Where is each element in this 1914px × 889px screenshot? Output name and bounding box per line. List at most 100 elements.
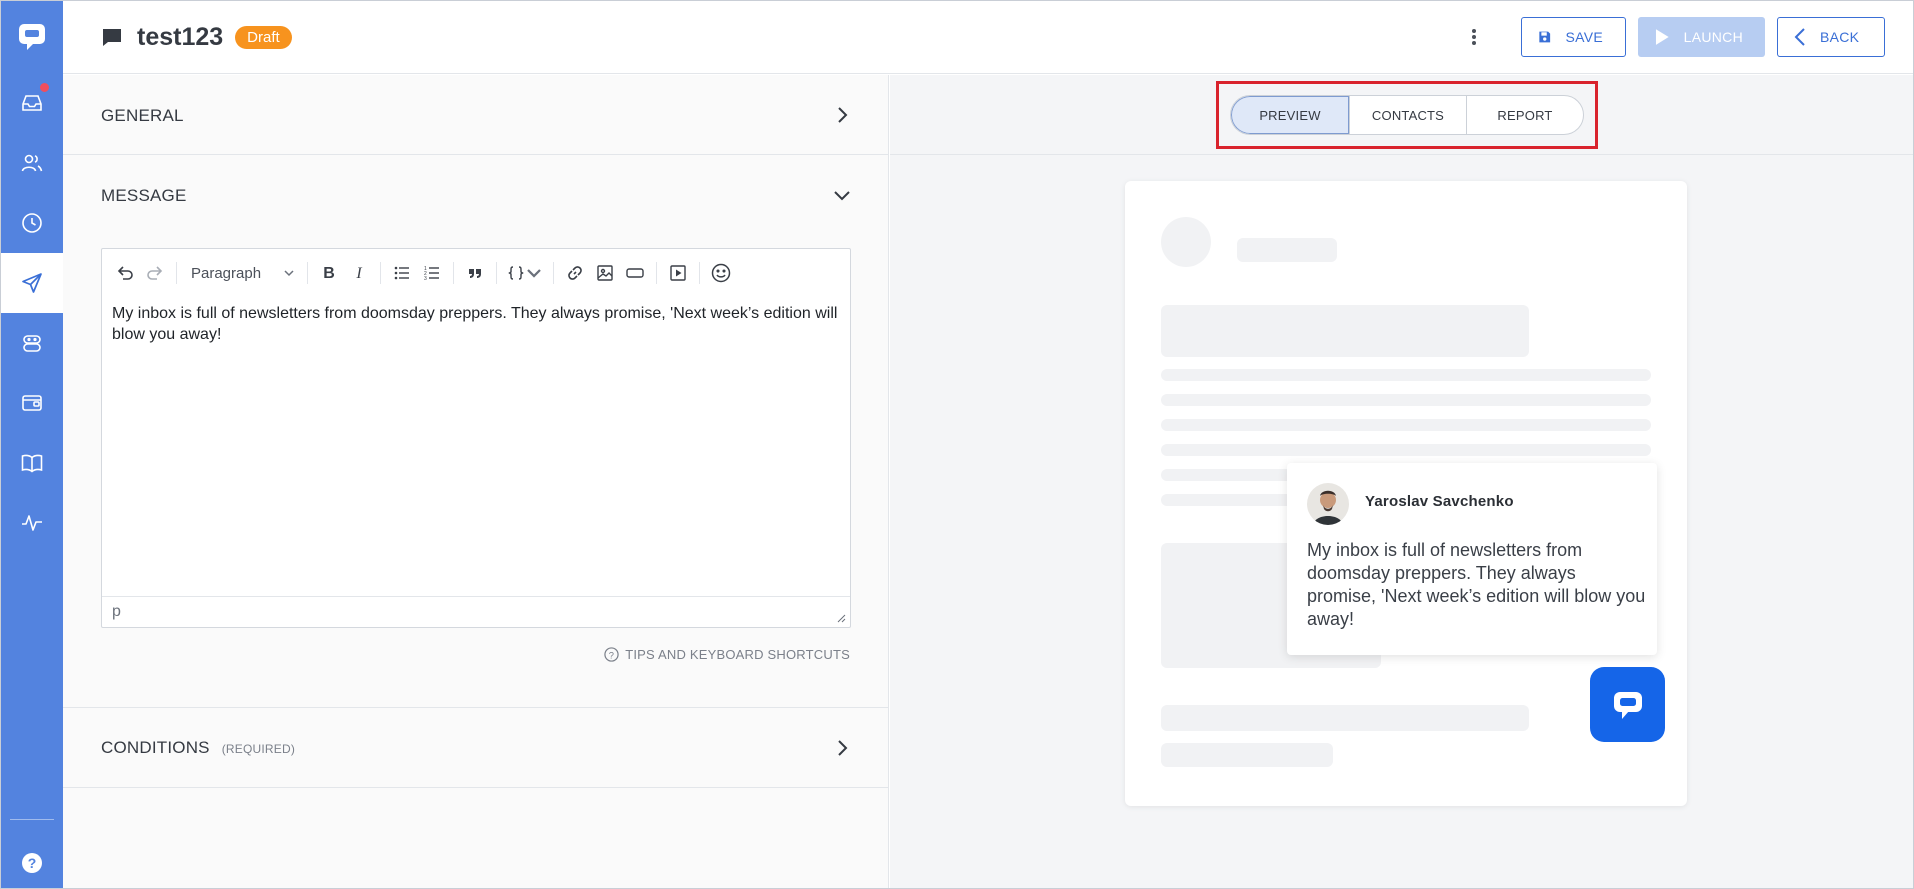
sidebar: ? [1,1,63,888]
app-window: ? test123 Draft SAVE LAUNCH BACK GENERAL… [0,0,1914,889]
block-format-select[interactable]: Paragraph [183,258,301,288]
conditions-section-title: CONDITIONS (REQUIRED) [101,738,295,758]
chevron-down-icon [527,269,541,278]
sidebar-item-bots[interactable] [1,313,63,373]
tab-preview[interactable]: PREVIEW [1231,96,1349,134]
sidebar-item-analytics[interactable] [1,493,63,553]
insert-emoji-button[interactable] [706,258,736,288]
more-options-button[interactable] [1459,17,1489,57]
logo-icon[interactable] [1,1,63,73]
sidebar-divider [10,819,54,820]
svg-text:?: ? [28,855,37,871]
tab-report[interactable]: REPORT [1466,96,1583,134]
general-section-header[interactable]: GENERAL [63,75,889,155]
sidebar-item-campaigns[interactable] [1,253,63,313]
chevron-down-icon [284,270,294,277]
back-label: BACK [1820,29,1860,45]
header-actions: SAVE LAUNCH BACK [1459,17,1885,57]
tab-contacts[interactable]: CONTACTS [1349,96,1466,134]
chevron-left-icon [1794,28,1805,46]
toolbar-divider [307,262,308,284]
image-icon [597,265,613,281]
blockquote-button[interactable] [460,258,490,288]
skeleton-line [1161,394,1651,406]
preview-panel: PREVIEW CONTACTS REPORT Yaroslav Savchen… [890,75,1913,888]
chat-widget-button[interactable] [1590,667,1665,742]
bullet-list-icon [394,266,409,280]
sidebar-bottom: ? [1,819,63,888]
contacts-icon [21,154,43,172]
insert-image-button[interactable] [590,258,620,288]
question-circle-icon: ? [604,647,619,662]
message-section-title: MESSAGE [101,186,187,205]
chevron-down-icon [834,191,850,201]
toolbar-divider [496,262,497,284]
resize-handle-icon[interactable] [836,613,846,623]
svg-text:I: I [355,265,362,282]
sidebar-item-wallet[interactable] [1,373,63,433]
toolbar-divider [656,262,657,284]
toolbar-divider [453,262,454,284]
header: test123 Draft SAVE LAUNCH BACK [63,1,1913,74]
insert-video-button[interactable] [663,258,693,288]
block-format-value: Paragraph [191,264,262,282]
analytics-icon [22,515,42,531]
status-badge: Draft [235,25,292,49]
redo-icon [147,266,163,280]
sidebar-item-contacts[interactable] [1,133,63,193]
help-button[interactable]: ? [1,838,63,888]
button-element-icon [626,268,644,278]
campaign-settings-panel: GENERAL MESSAGE Paragraph B I 1 2 3 My i… [63,75,889,888]
inbox-icon [22,95,42,111]
launch-button[interactable]: LAUNCH [1638,17,1765,57]
required-label: (REQUIRED) [221,742,296,756]
general-section-title: GENERAL [101,106,184,125]
preview-tabs-bar: PREVIEW CONTACTS REPORT [890,75,1913,155]
skeleton-line [1237,238,1337,262]
save-label: SAVE [1565,29,1603,45]
skeleton-line [1161,369,1651,381]
toolbar-divider [176,262,177,284]
bots-icon [23,335,41,352]
chat-bubble-icon [1613,691,1642,719]
view-tabs: PREVIEW CONTACTS REPORT [1230,95,1584,135]
wallet-icon [22,395,42,411]
bold-button[interactable]: B [314,258,344,288]
kebab-menu-icon [1472,29,1476,45]
preview-message-text: My inbox is full of newsletters from doo… [1307,540,1646,629]
notification-dot [39,82,50,93]
save-button[interactable]: SAVE [1521,17,1626,57]
insert-button-element[interactable] [620,258,650,288]
chevron-right-icon [838,107,848,123]
help-icon: ? [22,853,42,873]
tips-link[interactable]: ? TIPS AND KEYBOARD SHORTCUTS [604,647,850,662]
italic-icon: I [355,265,362,282]
message-section-header[interactable]: MESSAGE [63,155,889,235]
conditions-label: CONDITIONS [101,738,210,757]
editor-content[interactable]: My inbox is full of newsletters from doo… [102,297,850,579]
sidebar-item-history[interactable] [1,193,63,253]
skeleton-block [1161,305,1529,357]
skeleton-line [1161,419,1651,431]
message-preview-popup: Yaroslav Savchenko My inbox is full of n… [1287,463,1657,655]
skeleton-line [1161,444,1651,456]
numbered-list-button[interactable]: 123 [417,258,447,288]
back-button[interactable]: BACK [1777,17,1885,57]
editor-statusbar: p [102,596,850,627]
insert-link-button[interactable] [560,258,590,288]
chevron-right-icon [838,740,848,756]
skeleton-avatar [1161,217,1211,267]
message-editor: Paragraph B I 123 My inbox is full of ne… [101,248,851,628]
italic-button[interactable]: I [344,258,374,288]
page-title: test123 [137,22,224,51]
conditions-section-header[interactable]: CONDITIONS (REQUIRED) [63,708,889,788]
bullet-list-button[interactable] [387,258,417,288]
link-icon [568,266,582,280]
undo-button[interactable] [110,258,140,288]
video-icon [670,265,686,281]
sidebar-item-inbox[interactable] [1,73,63,133]
sidebar-item-knowledge-base[interactable] [1,433,63,493]
code-dropdown-button[interactable] [503,258,547,288]
redo-button[interactable] [140,258,170,288]
skeleton-line [1161,743,1333,767]
